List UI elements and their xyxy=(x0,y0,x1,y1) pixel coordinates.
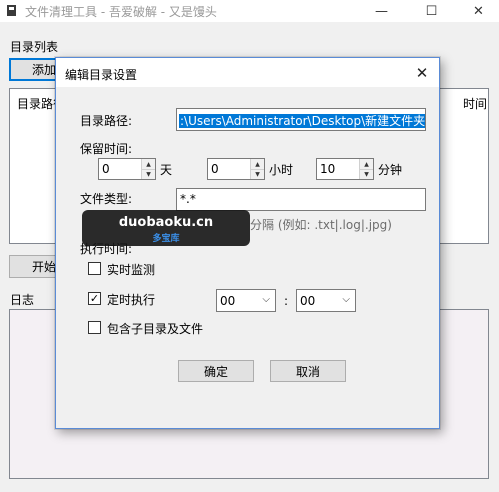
scheduled-checkbox[interactable]: ✓ xyxy=(88,292,101,305)
check-icon: ✓ xyxy=(89,292,100,305)
path-label: 目录路径: xyxy=(80,114,133,128)
days-spinner[interactable]: 0 ▲ ▼ xyxy=(98,158,156,180)
close-window-button[interactable]: ✕ xyxy=(462,0,495,22)
watermark-badge: duobaoku.cn 多宝库 xyxy=(82,210,250,246)
ok-button[interactable]: 确定 xyxy=(178,360,254,382)
hours-spin-buttons: ▲ ▼ xyxy=(250,159,264,179)
retention-label: 保留时间: xyxy=(80,142,133,156)
maximize-icon: ☐ xyxy=(425,3,438,19)
watermark-text: duobaoku.cn xyxy=(118,215,214,230)
spin-down-icon[interactable]: ▼ xyxy=(251,169,264,179)
minimize-button[interactable]: — xyxy=(365,0,398,22)
minute-select[interactable]: 00 ⌵ xyxy=(296,289,356,312)
close-icon: ✕ xyxy=(415,64,429,82)
log-label: 日志 xyxy=(10,293,35,307)
watermark-subtext: 多宝库 xyxy=(152,234,180,244)
path-value: :\Users\Administrator\Desktop\新建文件夹 xyxy=(179,114,426,128)
spin-down-icon[interactable]: ▼ xyxy=(360,169,373,179)
cancel-button[interactable]: 取消 xyxy=(270,360,346,382)
include-subdirs-label[interactable]: 包含子目录及文件 xyxy=(107,320,203,337)
hour-select-value: 00 xyxy=(220,294,236,308)
chevron-down-icon: ⌵ xyxy=(342,294,350,305)
realtime-checkbox[interactable] xyxy=(88,262,101,275)
dir-list-label: 目录列表 xyxy=(10,40,59,54)
column-header-time[interactable]: 时间 xyxy=(463,95,487,112)
hours-spinner[interactable]: 0 ▲ ▼ xyxy=(207,158,265,180)
minimize-icon: — xyxy=(375,3,388,19)
hour-select[interactable]: 00 ⌵ xyxy=(216,289,276,312)
filetype-input[interactable]: *.* xyxy=(176,188,426,211)
start-button-label: 开始 xyxy=(31,260,56,274)
include-subdirs-checkbox[interactable] xyxy=(88,321,101,334)
filetype-value: *.* xyxy=(180,192,196,206)
cancel-button-label: 取消 xyxy=(295,364,320,379)
app-icon xyxy=(7,5,16,16)
days-value: 0 xyxy=(102,162,110,176)
chevron-down-icon: ⌵ xyxy=(262,294,270,305)
minute-select-value: 00 xyxy=(300,294,316,308)
days-unit: 天 xyxy=(160,163,173,177)
filetype-hint: 分隔 (例如: .txt|.log|.jpg) xyxy=(250,218,392,232)
window-title: 文件清理工具 - 吾爱破解 - 又是馒头 xyxy=(25,5,217,19)
minutes-value: 10 xyxy=(320,162,336,176)
time-separator: : xyxy=(284,294,289,308)
minutes-unit: 分钟 xyxy=(378,163,403,177)
path-input[interactable]: :\Users\Administrator\Desktop\新建文件夹 xyxy=(176,108,426,131)
ok-button-label: 确定 xyxy=(203,364,228,379)
maximize-button[interactable]: ☐ xyxy=(415,0,448,22)
minutes-spin-buttons: ▲ ▼ xyxy=(359,159,373,179)
filetype-label: 文件类型: xyxy=(80,192,133,206)
add-button-label: 添加 xyxy=(31,63,56,77)
spin-down-icon[interactable]: ▼ xyxy=(142,169,155,179)
realtime-label[interactable]: 实时监测 xyxy=(107,261,155,278)
days-spin-buttons: ▲ ▼ xyxy=(141,159,155,179)
close-icon: ✕ xyxy=(473,3,484,19)
hours-unit: 小时 xyxy=(269,163,294,177)
dialog-close-button[interactable]: ✕ xyxy=(411,62,433,84)
dialog-title: 编辑目录设置 xyxy=(65,68,138,82)
scheduled-label[interactable]: 定时执行 xyxy=(107,291,155,308)
minutes-spinner[interactable]: 10 ▲ ▼ xyxy=(316,158,374,180)
hours-value: 0 xyxy=(211,162,219,176)
